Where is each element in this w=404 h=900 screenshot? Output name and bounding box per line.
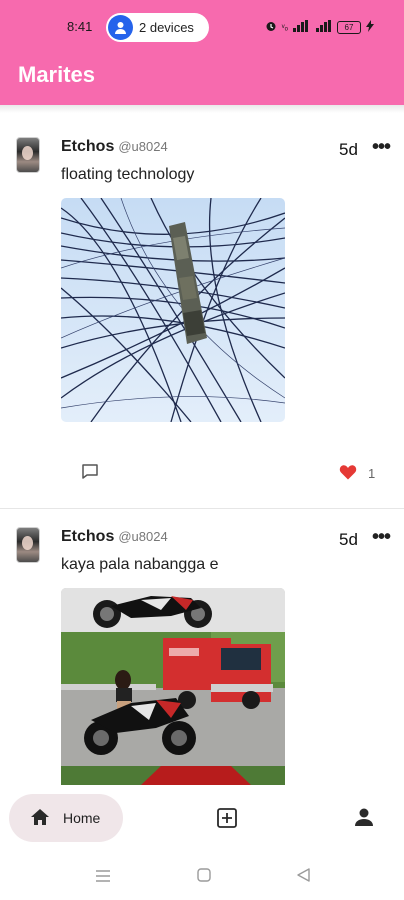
- post-age: 5d: [339, 530, 358, 549]
- post-author[interactable]: Etchos @u8024: [61, 138, 168, 156]
- author-name: Etchos: [61, 138, 115, 155]
- post-text: kaya pala nabangga e: [61, 556, 219, 573]
- like-count: 1: [368, 466, 376, 481]
- app-bar-shadow: [0, 105, 404, 113]
- post-image[interactable]: [61, 198, 285, 422]
- system-home-icon[interactable]: [197, 868, 211, 887]
- signal-2-icon: [316, 19, 332, 35]
- devices-pill[interactable]: 2 devices: [106, 13, 209, 42]
- post-text: floating technology: [61, 166, 195, 183]
- charging-icon: [366, 19, 374, 35]
- post-image[interactable]: [61, 588, 285, 785]
- post-author[interactable]: Etchos @u8024: [61, 528, 168, 546]
- devices-label: 2 devices: [139, 20, 194, 35]
- home-icon: [31, 809, 49, 825]
- profile-icon[interactable]: [354, 807, 374, 832]
- bottom-nav: Home: [0, 785, 404, 849]
- battery-icon: 67: [337, 20, 361, 34]
- signal-icon: [293, 19, 311, 35]
- post-card[interactable]: Etchos @u8024 5d ••• kaya pala nabangga e: [0, 509, 404, 785]
- volte-icon: ᵛₒ: [281, 22, 288, 32]
- status-time: 8:41: [67, 19, 93, 34]
- more-options-icon[interactable]: •••: [372, 136, 391, 159]
- avatar[interactable]: [16, 527, 40, 563]
- author-name: Etchos: [61, 528, 115, 545]
- system-back-icon[interactable]: [297, 868, 310, 887]
- add-post-icon[interactable]: [216, 807, 238, 834]
- author-handle: @u8024: [118, 529, 168, 544]
- like-heart-icon[interactable]: [339, 464, 357, 485]
- status-bar: 8:41 2 devices ᵛₒ 67: [0, 0, 404, 56]
- nav-home-button[interactable]: Home: [9, 794, 123, 842]
- status-icons: ᵛₒ 67: [265, 18, 374, 36]
- devices-icon: [108, 15, 133, 40]
- nav-home-label: Home: [63, 810, 101, 826]
- comment-icon[interactable]: [81, 463, 99, 485]
- avatar[interactable]: [16, 137, 40, 173]
- app-bar: Marites: [0, 56, 404, 105]
- author-handle: @u8024: [118, 139, 168, 154]
- system-nav-bar: [0, 849, 404, 900]
- post-card[interactable]: Etchos@u8024 5d ••• floating technology: [0, 113, 404, 508]
- recent-apps-icon[interactable]: [96, 869, 110, 887]
- alarm-icon: [265, 20, 277, 35]
- app-title: Marites: [18, 62, 96, 87]
- more-options-icon[interactable]: •••: [372, 526, 391, 549]
- post-age: 5d: [339, 140, 358, 159]
